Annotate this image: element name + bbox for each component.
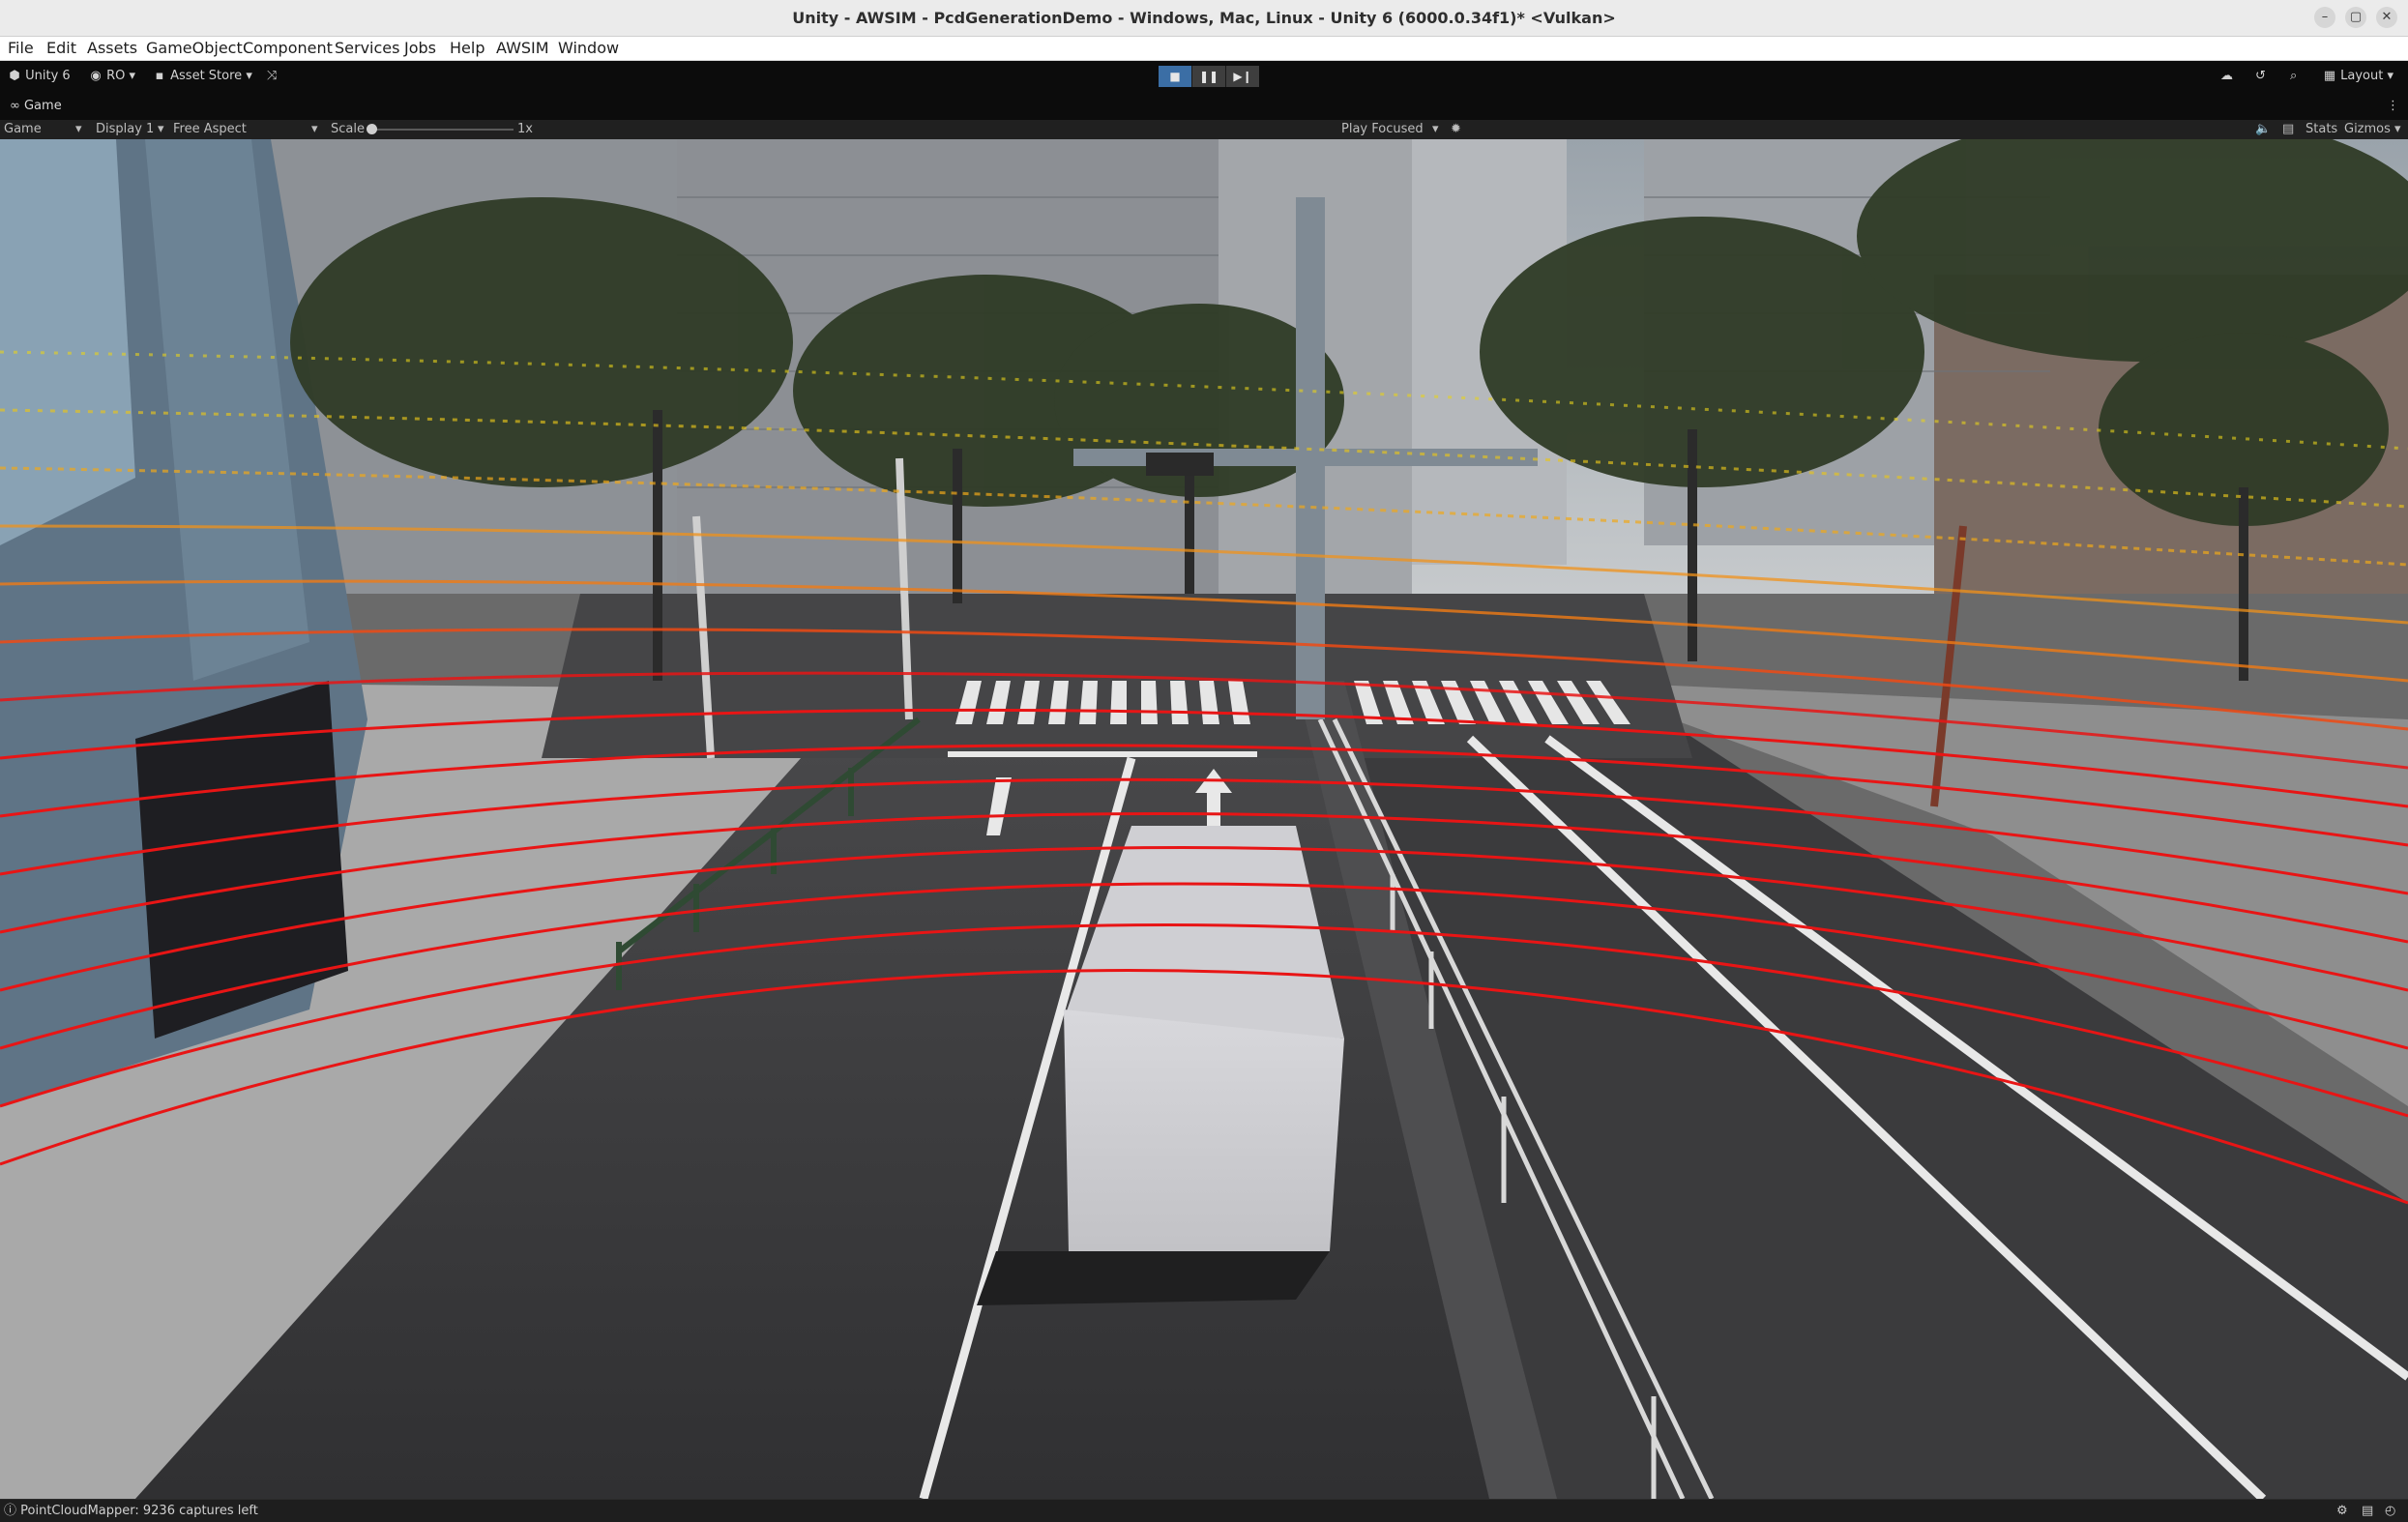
mute-icon[interactable]: 🔈 (2255, 120, 2271, 139)
window-title: Unity - AWSIM - PcdGenerationDemo - Wind… (792, 9, 1616, 27)
menu-window[interactable]: Window (558, 37, 619, 60)
menu-bar: File Edit Assets GameObject Component Se… (0, 37, 2408, 61)
pause-icon[interactable]: ❚❚ (1192, 66, 1226, 87)
view-select[interactable]: Game ▾ (4, 120, 83, 139)
asset-store-icon: ▪ (155, 69, 164, 83)
play-controls: ■ ❚❚ ▶❙ (1159, 66, 1259, 87)
stats-button[interactable]: Stats (2305, 120, 2337, 139)
menu-assets[interactable]: Assets (87, 37, 137, 60)
menu-edit[interactable]: Edit (46, 37, 76, 60)
unity-account-button[interactable]: ⬢ Unity 6 (8, 66, 71, 87)
game-view-render (0, 139, 2408, 1499)
tab-game-label: Game (23, 99, 62, 113)
main-toolbar: ⬢ Unity 6 ◉ RO ▾ ▪ Asset Store ▾ ⤨ ■ ❚❚ … (0, 61, 2408, 93)
console-status-message: PointCloudMapper: 9236 captures left (20, 1504, 258, 1518)
chevron-down-icon: ▾ (129, 69, 136, 83)
view-select-value: Game (4, 122, 42, 136)
minimize-button[interactable]: – (2314, 7, 2335, 28)
chevron-down-icon: ▾ (1432, 122, 1439, 136)
close-button[interactable]: ✕ (2376, 7, 2397, 28)
gizmos-button[interactable]: Gizmos (2344, 120, 2391, 139)
play-mode-select[interactable]: Play Focused ▾ (1341, 120, 1442, 139)
menu-component[interactable]: Component (243, 37, 333, 60)
status-bar: ⓘ PointCloudMapper: 9236 captures left ⚙… (0, 1499, 2408, 1522)
game-view[interactable] (0, 139, 2408, 1499)
menu-help[interactable]: Help (450, 37, 485, 60)
chevron-down-icon: ▾ (75, 122, 82, 136)
chevron-down-icon: ▾ (158, 122, 164, 136)
display-select[interactable]: Display 1 ▾ (96, 120, 165, 139)
chevron-down-icon[interactable]: ▾ (2394, 120, 2401, 139)
stop-icon[interactable]: ■ (1159, 66, 1192, 87)
layout-label: Layout (2340, 69, 2384, 83)
step-icon[interactable]: ▶❙ (1226, 66, 1259, 87)
search-icon[interactable]: ⌕ (2290, 66, 2297, 87)
aspect-select[interactable]: Free Aspect ▾ (173, 120, 323, 139)
tab-game[interactable]: ∞ Game (0, 95, 72, 118)
menu-jobs[interactable]: Jobs (404, 37, 436, 60)
scale-slider-track[interactable] (370, 129, 514, 131)
window-title-bar: Unity - AWSIM - PcdGenerationDemo - Wind… (0, 0, 2408, 37)
cloud-icon[interactable]: ☁ (2220, 66, 2233, 87)
chevron-down-icon: ▾ (311, 122, 318, 136)
scale-label: Scale (331, 122, 365, 136)
menu-gameobject[interactable]: GameObject (146, 37, 243, 60)
chevron-down-icon: ▾ (2387, 69, 2394, 83)
layout-dropdown[interactable]: ▦ Layout ▾ (2323, 66, 2393, 87)
asset-store-label: Asset Store (170, 69, 243, 83)
play-mode-value: Play Focused (1341, 122, 1424, 136)
menu-services[interactable]: Services (335, 37, 399, 60)
display-select-value: Display 1 (96, 122, 155, 136)
version-control-icon[interactable]: ⤨ (267, 66, 277, 87)
layout-icon: ▦ (2323, 69, 2336, 83)
console-icon[interactable]: ⚙ (2336, 1500, 2348, 1522)
more-icon[interactable]: ⋮ (2387, 96, 2399, 117)
asset-store-dropdown[interactable]: ▪ Asset Store ▾ (153, 66, 252, 87)
menu-file[interactable]: File (8, 37, 34, 60)
stats-icon[interactable]: ▤ (2282, 120, 2294, 139)
game-view-toolbar: Game ▾ Display 1 ▾ Free Aspect ▾ Scale 1… (0, 120, 2408, 140)
history-icon[interactable]: ↺ (2255, 66, 2266, 87)
unity-logo-icon: ⬢ (9, 69, 20, 83)
scale-slider-handle[interactable] (367, 124, 377, 134)
menu-awsim[interactable]: AWSIM (496, 37, 549, 60)
console-status[interactable]: ⓘ PointCloudMapper: 9236 captures left (4, 1500, 258, 1522)
box-obstacle-shadow (977, 1251, 1330, 1305)
account-dropdown[interactable]: ◉ RO ▾ (89, 66, 135, 87)
account-icon: ◉ (90, 69, 102, 83)
unity-label: Unity 6 (25, 69, 71, 83)
aspect-select-value: Free Aspect (173, 122, 247, 136)
box-obstacle-front (1064, 1010, 1344, 1251)
tab-bar: ∞ Game ⋮ (0, 93, 2408, 120)
game-icon: ∞ (10, 99, 20, 113)
scale-value: 1x (517, 122, 533, 136)
stats-icon[interactable]: ▤ (2362, 1500, 2373, 1522)
info-icon: ⓘ (4, 1504, 17, 1518)
history-icon[interactable]: ◴ (2385, 1500, 2395, 1522)
gizmo-icon[interactable]: ✹ (1451, 120, 1461, 139)
account-label: RO (106, 69, 126, 83)
maximize-button[interactable]: ▢ (2345, 7, 2366, 28)
chevron-down-icon: ▾ (246, 69, 252, 83)
